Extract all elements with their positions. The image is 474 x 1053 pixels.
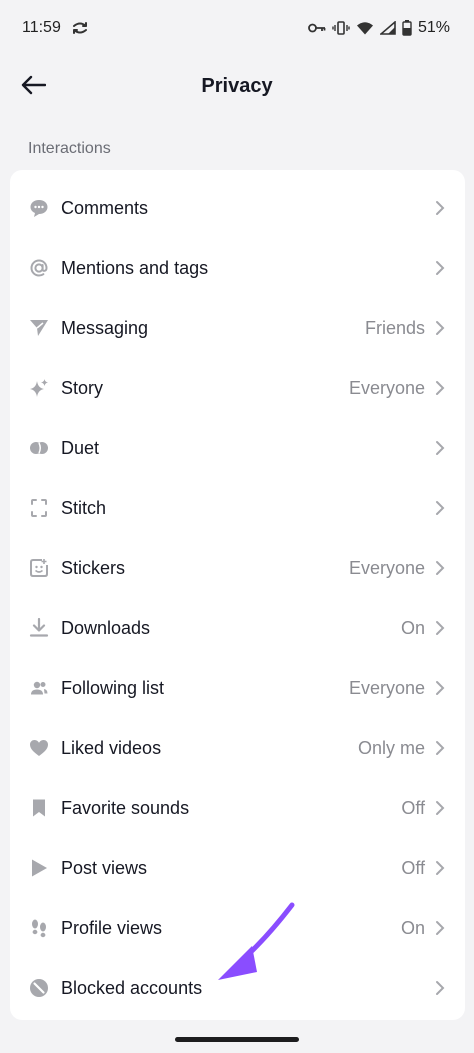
row-value: Off (401, 857, 425, 878)
row-label: Favorite sounds (61, 797, 190, 818)
battery-percent: 51% (417, 19, 450, 36)
row-value: Everyone (348, 377, 425, 398)
home-indicator[interactable] (175, 1037, 299, 1042)
row-following-list[interactable]: Following list Everyone (10, 658, 465, 718)
row-label: Comments (61, 197, 149, 218)
sticker-icon (29, 558, 49, 578)
status-bar-left: 11:59 (22, 19, 89, 37)
row-story[interactable]: Story Everyone (10, 358, 465, 418)
row-duet[interactable]: Duet (10, 418, 465, 478)
row-label: Stickers (61, 557, 126, 578)
chevron-right-icon (435, 560, 447, 576)
row-label: Stitch (61, 497, 107, 518)
section-label-interactions: Interactions (28, 140, 111, 157)
play-icon (29, 858, 49, 878)
row-label: Post views (61, 857, 148, 878)
chevron-right-icon (435, 980, 447, 996)
signal-icon (379, 21, 396, 35)
send-icon (29, 318, 49, 338)
row-label: Liked videos (61, 737, 162, 758)
key-icon (308, 22, 326, 34)
row-label: Story (61, 377, 104, 398)
row-value: Friends (364, 317, 425, 338)
row-post-views[interactable]: Post views Off (10, 838, 465, 898)
row-label: Duet (61, 437, 100, 458)
heart-icon (29, 738, 49, 758)
status-bar-right: 51% (308, 19, 450, 37)
chevron-right-icon (435, 320, 447, 336)
chevron-right-icon (435, 200, 447, 216)
header: Privacy (0, 56, 474, 116)
sparkle-icon (29, 378, 49, 398)
people-icon (29, 678, 49, 698)
vibrate-icon (332, 20, 350, 36)
row-liked-videos[interactable]: Liked videos Only me (10, 718, 465, 778)
bookmark-icon (29, 798, 49, 818)
row-value: Everyone (348, 677, 425, 698)
row-downloads[interactable]: Downloads On (10, 598, 465, 658)
back-arrow-icon (20, 75, 47, 100)
status-bar: 11:59 51% (0, 0, 474, 56)
footprints-icon (29, 918, 49, 938)
row-label: Following list (61, 677, 165, 698)
chevron-right-icon (435, 740, 447, 756)
row-value: Everyone (348, 557, 425, 578)
battery-icon (402, 20, 412, 36)
chevron-right-icon (435, 860, 447, 876)
row-messaging[interactable]: Messaging Friends (10, 298, 465, 358)
annotation-arrow-icon (218, 902, 295, 980)
row-value: On (400, 917, 425, 938)
chevron-right-icon (435, 260, 447, 276)
back-button[interactable] (18, 72, 48, 102)
duet-icon (29, 438, 49, 458)
status-time: 11:59 (22, 19, 61, 36)
stitch-icon (29, 498, 49, 518)
row-comments[interactable]: Comments (10, 178, 465, 238)
blocked-icon (29, 978, 49, 998)
row-favorite-sounds[interactable]: Favorite sounds Off (10, 778, 465, 838)
row-stitch[interactable]: Stitch (10, 478, 465, 538)
page-title: Privacy (201, 74, 273, 97)
chevron-right-icon (435, 920, 447, 936)
chevron-right-icon (435, 380, 447, 396)
row-value: Off (401, 797, 425, 818)
row-label: Messaging (61, 317, 149, 338)
chevron-right-icon (435, 680, 447, 696)
settings-card: Comments Mentions and tags Messaging Fri… (10, 170, 465, 1020)
row-mentions-and-tags[interactable]: Mentions and tags (10, 238, 465, 298)
sync-icon (71, 21, 89, 35)
comment-icon (29, 198, 49, 218)
chevron-right-icon (435, 800, 447, 816)
row-stickers[interactable]: Stickers Everyone (10, 538, 465, 598)
chevron-right-icon (435, 500, 447, 516)
wifi-icon (356, 21, 374, 35)
download-icon (29, 618, 49, 638)
chevron-right-icon (435, 620, 447, 636)
row-label: Downloads (61, 617, 151, 638)
row-value: On (400, 617, 425, 638)
chevron-right-icon (435, 440, 447, 456)
at-icon (29, 258, 49, 278)
row-value: Only me (357, 737, 425, 758)
row-label: Mentions and tags (61, 257, 209, 278)
